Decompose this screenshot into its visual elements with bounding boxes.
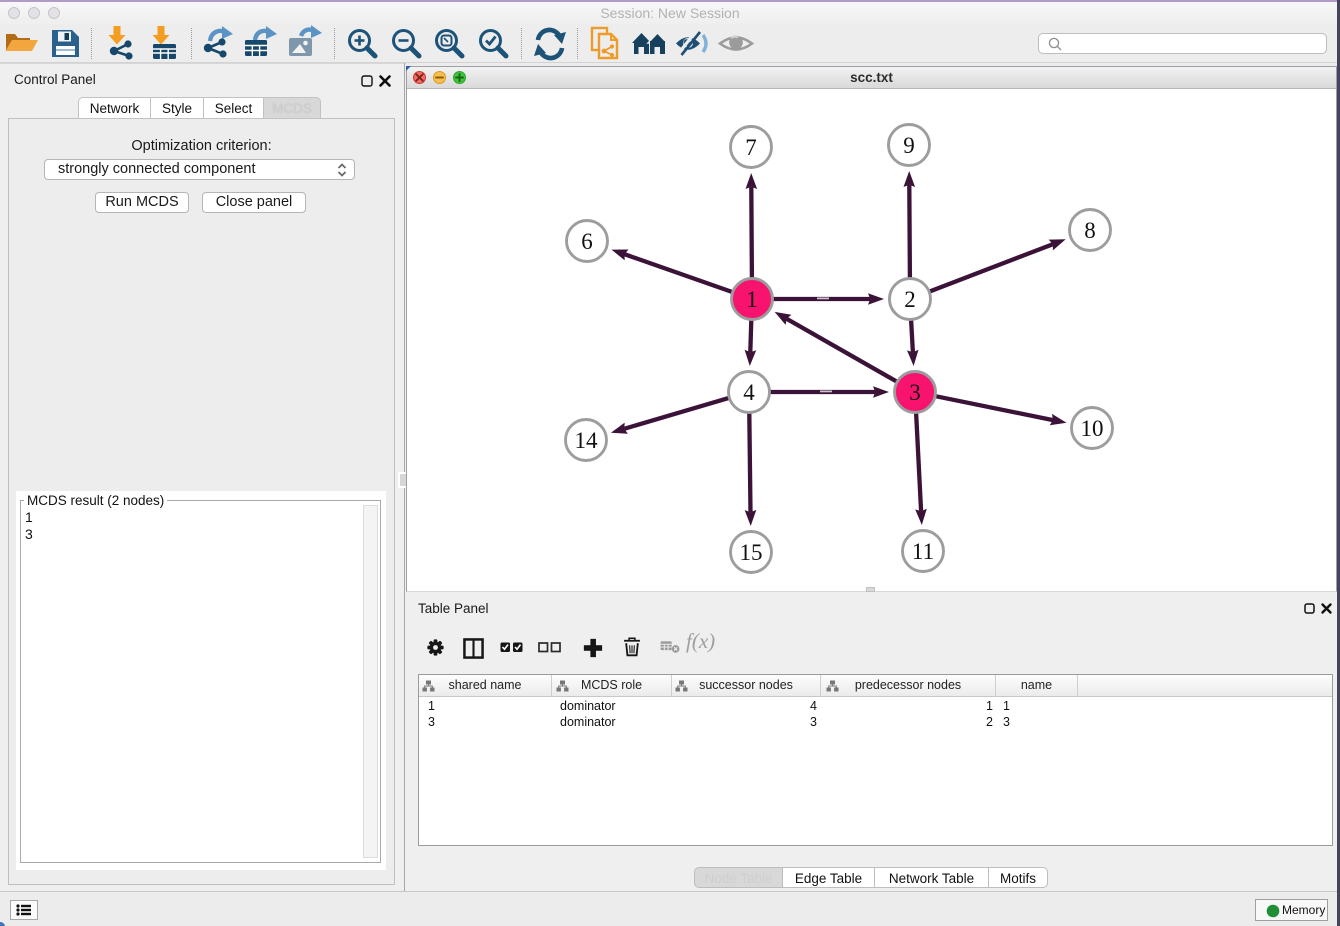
svg-text:3: 3 <box>909 380 921 405</box>
svg-text:6: 6 <box>581 229 593 254</box>
svg-text:10: 10 <box>1081 416 1104 441</box>
svg-text:2: 2 <box>904 287 916 312</box>
svg-text:8: 8 <box>1084 218 1096 243</box>
svg-text:11: 11 <box>912 539 934 564</box>
svg-text:9: 9 <box>903 133 915 158</box>
svg-text:7: 7 <box>745 135 757 160</box>
svg-text:1: 1 <box>746 287 758 312</box>
svg-text:14: 14 <box>575 428 599 453</box>
svg-text:15: 15 <box>740 540 763 565</box>
svg-text:4: 4 <box>743 380 755 405</box>
